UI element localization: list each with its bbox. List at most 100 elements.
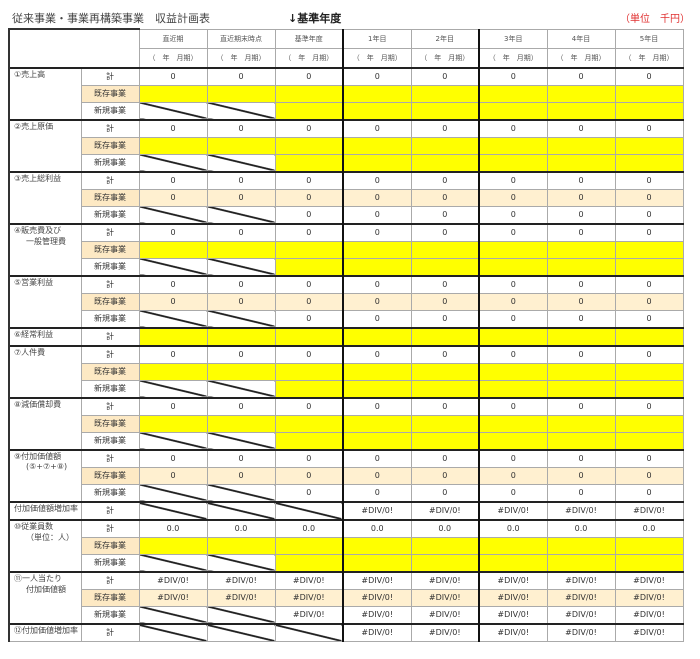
value-cell[interactable] [546, 553, 616, 572]
value-cell[interactable] [206, 240, 276, 259]
value-cell[interactable] [614, 326, 684, 346]
value-cell[interactable] [546, 326, 616, 346]
value-cell: #DIV/0! [410, 570, 480, 590]
value-cell[interactable] [410, 153, 480, 172]
value-cell[interactable] [274, 362, 344, 381]
value-cell[interactable] [138, 84, 208, 103]
value-cell[interactable] [342, 326, 412, 346]
value-cell[interactable] [614, 240, 684, 259]
value-cell[interactable] [274, 257, 344, 276]
value-cell[interactable] [410, 536, 480, 555]
value-cell[interactable] [206, 536, 276, 555]
value-cell[interactable] [410, 553, 480, 572]
value-cell[interactable] [206, 136, 276, 155]
value-cell[interactable] [342, 431, 412, 450]
value-cell[interactable] [274, 84, 344, 103]
value-cell[interactable] [274, 414, 344, 433]
value-cell[interactable] [478, 536, 548, 555]
value-cell[interactable] [274, 240, 344, 259]
value-cell[interactable] [410, 379, 480, 398]
value-cell[interactable] [614, 553, 684, 572]
value-cell[interactable] [342, 153, 412, 172]
value-cell[interactable] [478, 379, 548, 398]
value-cell[interactable] [614, 536, 684, 555]
value-cell[interactable] [478, 84, 548, 103]
value-cell[interactable] [342, 379, 412, 398]
value-cell[interactable] [478, 431, 548, 450]
value-cell[interactable] [138, 240, 208, 259]
value-cell[interactable] [410, 326, 480, 346]
value-cell[interactable] [478, 414, 548, 433]
value-cell[interactable] [614, 84, 684, 103]
value-cell[interactable] [206, 362, 276, 381]
value-cell[interactable] [546, 153, 616, 172]
value-cell[interactable] [410, 136, 480, 155]
value-cell[interactable] [342, 136, 412, 155]
value-cell[interactable] [410, 431, 480, 450]
value-cell: 0 [410, 205, 480, 224]
value-cell[interactable] [614, 136, 684, 155]
value-cell[interactable] [342, 101, 412, 120]
value-cell[interactable] [138, 362, 208, 381]
value-cell[interactable] [342, 536, 412, 555]
value-cell[interactable] [546, 240, 616, 259]
value-cell[interactable] [410, 362, 480, 381]
value-cell[interactable] [546, 431, 616, 450]
value-cell[interactable] [614, 431, 684, 450]
value-cell[interactable] [206, 326, 276, 346]
value-cell[interactable] [410, 84, 480, 103]
value-cell[interactable] [342, 362, 412, 381]
value-cell[interactable] [410, 101, 480, 120]
value-cell[interactable] [138, 414, 208, 433]
value-cell[interactable] [206, 84, 276, 103]
value-cell[interactable] [614, 257, 684, 276]
value-cell[interactable] [614, 379, 684, 398]
value-cell[interactable] [614, 414, 684, 433]
value-cell[interactable] [614, 153, 684, 172]
value-cell[interactable] [410, 257, 480, 276]
value-cell[interactable] [342, 414, 412, 433]
value-cell[interactable] [274, 136, 344, 155]
value-cell[interactable] [546, 414, 616, 433]
value-cell[interactable] [546, 257, 616, 276]
value-cell[interactable] [478, 553, 548, 572]
value-cell: 0 [342, 309, 412, 328]
value-cell[interactable] [274, 379, 344, 398]
value-cell[interactable] [478, 240, 548, 259]
value-cell[interactable] [478, 136, 548, 155]
value-cell[interactable] [206, 414, 276, 433]
value-cell[interactable] [478, 326, 548, 346]
value-cell[interactable] [410, 240, 480, 259]
value-cell[interactable] [546, 379, 616, 398]
value-cell[interactable] [274, 553, 344, 572]
value-cell[interactable] [478, 101, 548, 120]
value-cell[interactable] [274, 536, 344, 555]
value-cell[interactable] [274, 326, 344, 346]
value-cell[interactable] [410, 414, 480, 433]
value-cell[interactable] [274, 101, 344, 120]
value-cell[interactable] [138, 326, 208, 346]
value-cell[interactable] [274, 431, 344, 450]
value-cell[interactable] [478, 362, 548, 381]
value-cell[interactable] [138, 136, 208, 155]
value-cell[interactable] [274, 153, 344, 172]
value-cell[interactable] [546, 536, 616, 555]
value-cell[interactable] [138, 536, 208, 555]
value-cell[interactable] [342, 84, 412, 103]
value-cell[interactable] [342, 257, 412, 276]
row-label: ⑧減価償却費 [8, 396, 81, 450]
column-year-header: 1年目 [342, 28, 412, 49]
value-cell[interactable] [478, 257, 548, 276]
value-cell[interactable] [546, 84, 616, 103]
value-cell[interactable] [546, 101, 616, 120]
value-cell[interactable] [546, 362, 616, 381]
value-cell[interactable] [614, 101, 684, 120]
value-cell[interactable] [546, 136, 616, 155]
sub-label-total: 計 [80, 222, 140, 242]
value-cell[interactable] [342, 553, 412, 572]
column-year-header: 直近期末時点 [206, 28, 276, 49]
value-cell[interactable] [342, 240, 412, 259]
value-cell[interactable] [614, 362, 684, 381]
value-cell: 0 [206, 222, 276, 242]
value-cell[interactable] [478, 153, 548, 172]
